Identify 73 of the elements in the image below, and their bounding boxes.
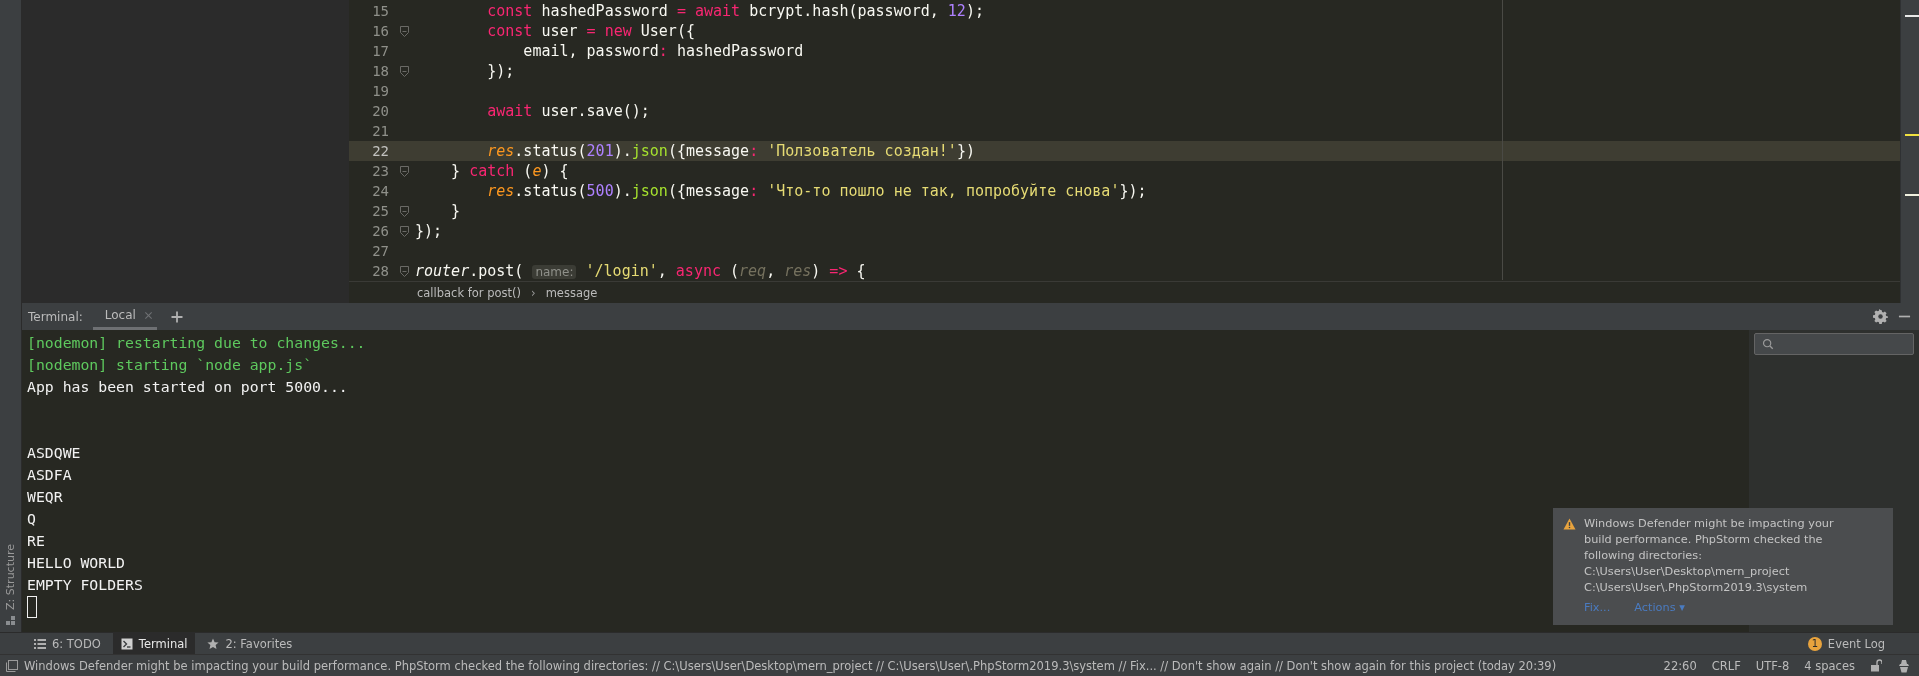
code-line: }); [486, 62, 515, 80]
terminal-output-line: EMPTY FOLDERS [27, 575, 143, 595]
tool-window-button[interactable]: 2: Favorites [199, 633, 301, 654]
fold-icon[interactable] [399, 205, 409, 217]
fold-icon[interactable] [399, 25, 409, 37]
line-number: 15 [371, 3, 390, 19]
line-number: 20 [371, 103, 390, 119]
line-number: 27 [371, 243, 390, 259]
settings-icon[interactable] [1873, 309, 1888, 324]
code-line: router.post( name: '/login', async (req, res) => { [415, 262, 866, 280]
tool-window-button[interactable]: 6: TODO [26, 633, 109, 654]
status-item[interactable]: 4 spaces [1804, 658, 1855, 673]
notification-message: Windows Defender might be impacting your build performance. PhpStorm checked the following directories: [1584, 516, 1835, 564]
line-number: 28 [371, 263, 390, 279]
lock-icon[interactable] [1870, 659, 1882, 672]
search-field[interactable] [1754, 333, 1914, 355]
code-line: res.status(500).json({message: 'Что-то пошло не так, попробуйте снова'}); [486, 182, 1147, 200]
terminal-output-line: [nodemon] restarting due to changes... [27, 333, 366, 353]
list-icon [34, 637, 46, 650]
fold-icon[interactable] [399, 265, 409, 277]
line-number: 21 [371, 123, 390, 139]
line-number: 24 [371, 183, 390, 199]
terminal-output-line: [nodemon] starting `node app.js` [27, 355, 313, 375]
terminal-output-line: ASDFA [27, 465, 72, 485]
text-cursor [27, 596, 37, 618]
window-icon[interactable] [6, 659, 18, 672]
fold-icon[interactable] [399, 65, 409, 77]
terminal-output-line: ASDQWE [27, 443, 81, 463]
structure-tool-button[interactable]: Z: Structure [4, 544, 17, 610]
line-number: 26 [371, 223, 390, 239]
terminal-output-line: HELLO WORLD [27, 553, 125, 573]
line-number: 23 [371, 163, 390, 179]
status-item[interactable]: 22:60 [1663, 658, 1697, 673]
terminal-icon [120, 637, 133, 650]
line-number: 25 [371, 203, 390, 219]
line-number: 18 [371, 63, 390, 79]
line-number: 16 [371, 23, 390, 39]
code-line: } [450, 202, 461, 220]
panel-title: Terminal: [28, 309, 83, 324]
code-line: } catch (e) { [450, 162, 569, 180]
breadcrumb-separator: › [531, 285, 536, 300]
search-icon [1762, 338, 1774, 350]
count-badge: 1 [1807, 636, 1822, 651]
warning-icon [1563, 518, 1576, 530]
fold-icon[interactable] [399, 165, 409, 177]
code-line: const user = new User({ [486, 22, 695, 40]
tool-window-button[interactable]: Terminal [112, 633, 196, 654]
status-message[interactable]: Windows Defender might be impacting your build performance. PhpStorm checked the following directories: // C:\Users\User\Desktop\mern_project // C:\Users\User\.PhpStorm2019.3\system // Fix... // Don't show again // Don't show again for this project (today 20:39) [24, 658, 1658, 673]
star-icon [207, 637, 220, 650]
code-line: await user.save(); [486, 102, 650, 120]
line-number: 22 [371, 143, 390, 159]
terminal-output-line: App has been started on port 5000... [27, 377, 348, 397]
fold-icon[interactable] [399, 225, 409, 237]
add-tab-icon[interactable] [170, 310, 183, 323]
close-icon[interactable] [143, 310, 153, 320]
code-line: }); [415, 222, 443, 240]
line-number: 17 [371, 43, 390, 59]
inspector-icon[interactable] [1897, 658, 1911, 673]
event-log-button[interactable]: 1 Event Log [1799, 633, 1893, 654]
status-item[interactable]: CRLF [1711, 658, 1741, 673]
terminal-output-line: WEQR [27, 487, 63, 507]
breadcrumb-item[interactable]: callback for post() [417, 285, 522, 300]
breadcrumb-item[interactable]: message [545, 285, 598, 300]
line-number: 19 [371, 83, 390, 99]
structure-icon[interactable] [5, 616, 16, 626]
directory-path: C:\Users\User\Desktop\mern_project [1584, 564, 1791, 580]
terminal-output-line: RE [27, 531, 45, 551]
terminal-output-line: Q [27, 509, 36, 529]
code-line: email, password: hashedPassword [522, 42, 804, 60]
code-line: const hashedPassword = await bcrypt.hash(password, 12); [486, 2, 984, 20]
status-item[interactable]: UTF-8 [1755, 658, 1790, 673]
directory-path: C:\Users\User\.PhpStorm2019.3\system [1584, 580, 1809, 596]
code-line: res.status(201).json({message: 'Ползователь создан!'}) [486, 142, 975, 160]
